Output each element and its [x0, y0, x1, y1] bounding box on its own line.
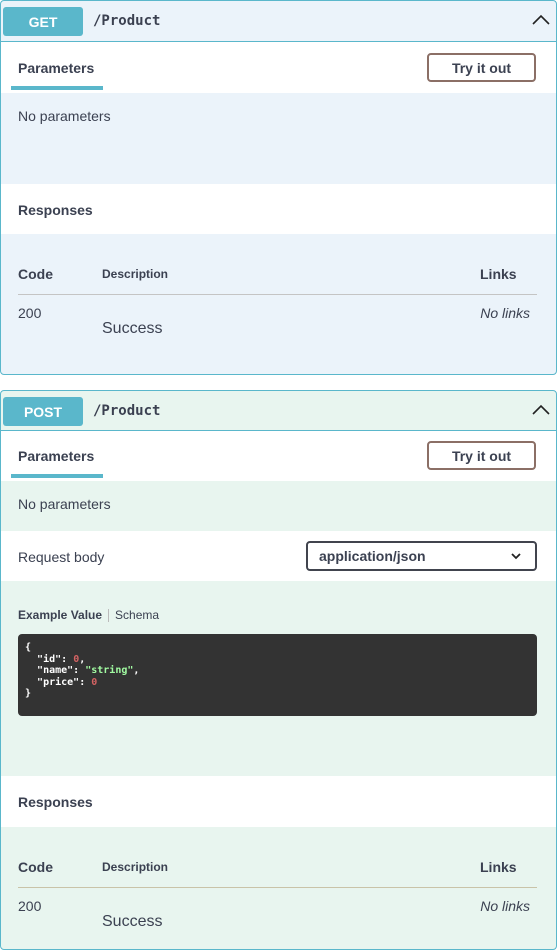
col-links: Links	[480, 859, 517, 875]
responses-header: Responses	[1, 776, 556, 827]
col-links: Links	[480, 266, 517, 282]
col-description: Description	[102, 267, 169, 281]
response-code: 200	[18, 305, 42, 321]
operation-post-product: POST /Product Parameters Try it out No p…	[0, 390, 557, 950]
content-type-select[interactable]: application/json	[306, 541, 537, 571]
example-tabs: Example Value Schema	[18, 608, 159, 622]
table-divider	[18, 887, 537, 888]
tab-underline	[11, 474, 103, 478]
chevron-up-icon[interactable]	[532, 403, 550, 417]
code-value: 0	[91, 676, 98, 688]
request-body-header: Request body application/json	[1, 531, 556, 581]
response-code: 200	[18, 898, 42, 914]
response-description: Success	[102, 913, 163, 930]
responses-title: Responses	[18, 794, 93, 810]
no-parameters-text: No parameters	[18, 108, 111, 124]
code-key: "id"	[37, 653, 62, 665]
method-badge: GET	[3, 7, 83, 36]
tab-example-value[interactable]: Example Value	[18, 608, 102, 622]
no-parameters-text: No parameters	[18, 496, 111, 512]
code-value: 0	[73, 653, 80, 665]
try-it-out-button[interactable]: Try it out	[427, 441, 536, 470]
parameters-header: Parameters Try it out	[1, 42, 556, 93]
responses-header: Responses	[1, 184, 556, 234]
operation-header[interactable]: POST /Product	[1, 391, 556, 431]
tab-parameters[interactable]: Parameters	[18, 60, 94, 76]
method-badge: POST	[3, 397, 83, 426]
request-body-label: Request body	[18, 549, 105, 565]
code-brace: }	[25, 688, 32, 699]
responses-title: Responses	[18, 202, 93, 218]
example-value-code: { "id": 0, "name": "string", "price": 0 …	[18, 634, 537, 716]
try-it-out-button[interactable]: Try it out	[427, 53, 536, 82]
response-description: Success	[102, 320, 163, 337]
code-value: "string"	[85, 665, 134, 676]
code-key: "price"	[37, 676, 80, 688]
tab-underline	[11, 86, 103, 90]
response-links: No links	[480, 305, 530, 321]
chevron-down-icon	[511, 553, 521, 560]
tab-parameters[interactable]: Parameters	[18, 448, 94, 464]
response-links: No links	[480, 898, 530, 914]
content-type-value: application/json	[319, 548, 426, 564]
code-key: "name"	[37, 665, 74, 676]
chevron-up-icon[interactable]	[532, 13, 550, 27]
endpoint-path: /Product	[93, 403, 161, 419]
operation-header[interactable]: GET /Product	[1, 1, 556, 42]
parameters-header: Parameters Try it out	[1, 431, 556, 481]
operation-get-product: GET /Product Parameters Try it out No pa…	[0, 0, 557, 375]
tab-schema[interactable]: Schema	[115, 608, 159, 622]
col-description: Description	[102, 860, 169, 874]
table-divider	[18, 294, 537, 295]
col-code: Code	[18, 266, 53, 282]
code-brace: {	[25, 642, 32, 653]
tab-separator	[108, 608, 110, 622]
col-code: Code	[18, 859, 53, 875]
endpoint-path: /Product	[93, 13, 161, 29]
